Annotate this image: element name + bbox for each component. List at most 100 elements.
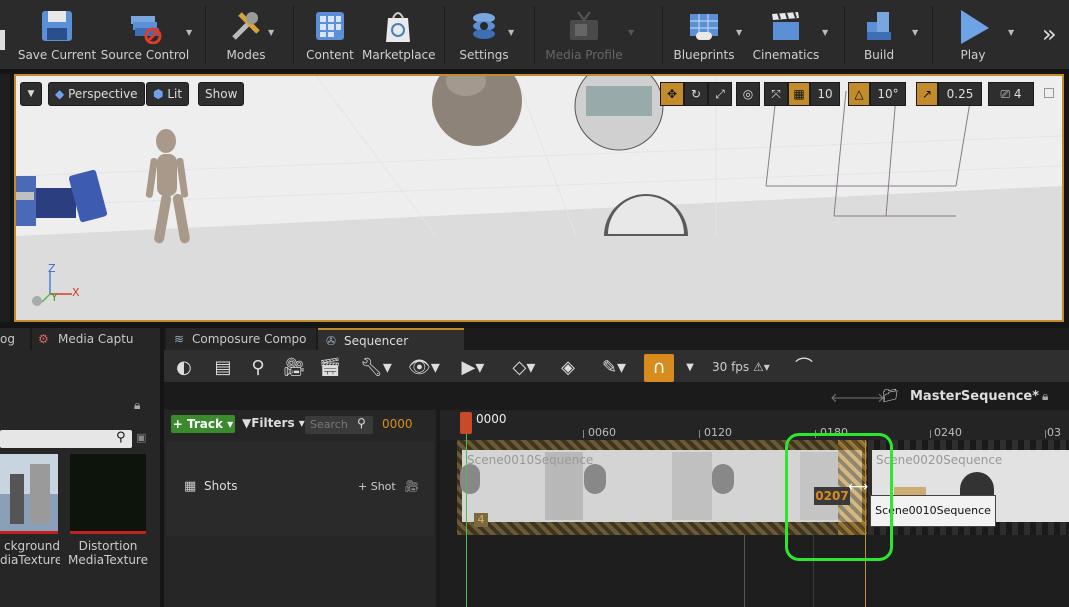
- asset-type-bar: [0, 531, 58, 534]
- settings-button[interactable]: Settings: [456, 6, 512, 66]
- panel-edge: [0, 30, 5, 50]
- asset-name: ckground diaTexture: [0, 539, 60, 567]
- scene-render: [16, 76, 1062, 320]
- section-name-label: Scene0010Sequence: [467, 453, 594, 467]
- build-icon: [867, 12, 891, 40]
- media-profile-label: Media Profile: [545, 48, 623, 62]
- tab-output-log[interactable]: og: [0, 328, 30, 350]
- snap-magnet-icon[interactable]: ∩: [644, 354, 674, 382]
- highlight-annotation: [785, 433, 893, 561]
- shot-camera-icon[interactable]: 🎥︎: [404, 479, 419, 493]
- filters-button[interactable]: ▼Filters ▾: [242, 416, 305, 430]
- asset-thumbnail[interactable]: [70, 454, 146, 532]
- rotate-tool-icon[interactable]: ↻: [684, 82, 708, 106]
- sequence-lock-icon[interactable]: 🔒︎: [1042, 389, 1048, 404]
- build-dropdown-icon[interactable]: ▼: [912, 28, 918, 37]
- render-movie-icon[interactable]: 🎬︎: [316, 355, 344, 381]
- search-icon[interactable]: ⚲: [116, 430, 126, 445]
- cinematics-dropdown-icon[interactable]: ▼: [822, 28, 828, 37]
- playhead-handle[interactable]: [460, 412, 472, 434]
- ruler-tick: [699, 430, 700, 438]
- add-shot-button[interactable]: + Shot: [358, 480, 396, 493]
- grid-snap-icon[interactable]: ▦: [788, 82, 810, 106]
- build-button[interactable]: Build: [854, 6, 904, 66]
- scalability-warning-icon[interactable]: [32, 296, 42, 306]
- level-viewport[interactable]: Z Y X ▼ ◆ Perspective ⬢ Lit Show ✥ ↻ ⤢ ◎…: [14, 74, 1064, 322]
- view-options-icon[interactable]: 👁︎▾: [404, 355, 444, 381]
- media-profile-dropdown-icon[interactable]: ▼: [628, 28, 634, 37]
- marketplace-button[interactable]: Marketplace: [362, 6, 436, 66]
- add-track-button[interactable]: + Track ▾: [171, 415, 235, 433]
- edit-options-icon[interactable]: ✎▾: [594, 355, 634, 381]
- time-ruler[interactable]: [440, 410, 1069, 440]
- play-button[interactable]: Play: [946, 6, 1000, 66]
- lit-button[interactable]: ⬢ Lit: [146, 82, 190, 106]
- asset-search-input[interactable]: [0, 430, 132, 448]
- sequence-breadcrumb[interactable]: MasterSequence*: [910, 389, 1039, 404]
- cinematics-button[interactable]: Cinematics: [752, 6, 820, 66]
- scale-tool-icon[interactable]: ⤢: [708, 82, 732, 106]
- play-dropdown-icon[interactable]: ▼: [1008, 28, 1014, 37]
- show-button[interactable]: Show: [198, 82, 245, 106]
- toolbar-more-icon[interactable]: »: [1042, 20, 1057, 48]
- forward-icon[interactable]: 🡒: [850, 390, 885, 406]
- world-icon[interactable]: ◐: [170, 355, 198, 381]
- section-loop-badge: 4: [474, 513, 488, 527]
- marketplace-label: Marketplace: [362, 48, 436, 62]
- save-search-icon[interactable]: ▣: [136, 431, 146, 444]
- modes-label: Modes: [226, 48, 266, 62]
- settings-dropdown-icon[interactable]: ▼: [508, 28, 514, 37]
- lit-icon: ⬢: [153, 87, 164, 101]
- key-options-icon[interactable]: ◇▾: [504, 355, 544, 381]
- source-control-button[interactable]: Source Control: [100, 6, 190, 66]
- playback-options-icon[interactable]: ▶▾: [456, 355, 490, 381]
- rotation-snap-icon[interactable]: △: [848, 82, 870, 106]
- blueprints-icon: [690, 14, 718, 40]
- scale-snap-value[interactable]: 0.25: [938, 82, 982, 106]
- find-icon[interactable]: ⚲: [245, 355, 271, 381]
- blueprints-dropdown-icon[interactable]: ▼: [736, 28, 742, 37]
- maximize-viewport-icon[interactable]: [1044, 88, 1054, 98]
- thumbnail-frame: [672, 452, 712, 520]
- toolbar-separator: [444, 6, 445, 64]
- translate-tool-icon[interactable]: ✥: [660, 82, 684, 106]
- viewport-options-dropdown[interactable]: ▼: [20, 82, 42, 106]
- settings-wrench-icon[interactable]: 🔧︎▾: [358, 355, 394, 381]
- track-search-icon[interactable]: ⚲: [357, 416, 366, 430]
- snap-dropdown-icon[interactable]: ▼: [680, 355, 700, 381]
- tab-output-log-label: og: [0, 332, 15, 346]
- world-local-icon[interactable]: ◎: [736, 82, 760, 106]
- settings-icon: [473, 13, 495, 39]
- grid-snap-value[interactable]: 10: [810, 82, 840, 106]
- current-frame-field[interactable]: 0000: [382, 417, 413, 431]
- modes-icon: [232, 12, 260, 40]
- modes-button[interactable]: Modes: [218, 6, 274, 66]
- rotation-snap-value[interactable]: 10°: [870, 82, 906, 106]
- blueprints-button[interactable]: Blueprints: [672, 6, 736, 66]
- camera-speed-button[interactable]: ⎚ 4: [988, 82, 1034, 106]
- auto-key-icon[interactable]: ◈: [554, 355, 582, 381]
- modes-dropdown-icon[interactable]: ▼: [268, 28, 274, 37]
- media-profile-button[interactable]: Media Profile: [544, 6, 624, 66]
- perspective-button[interactable]: ◆ Perspective: [48, 82, 145, 106]
- source-control-dropdown-icon[interactable]: ▼: [186, 28, 192, 37]
- content-button[interactable]: Content: [304, 6, 356, 66]
- curve-editor-icon[interactable]: ⌒: [790, 355, 818, 381]
- camera-icon[interactable]: 🎥︎: [280, 355, 308, 381]
- tab-composure[interactable]: ≋ Composure Compo: [166, 328, 316, 350]
- tab-sequencer[interactable]: ✇ Sequencer: [318, 328, 464, 350]
- asset-thumbnail[interactable]: [0, 454, 58, 532]
- save-current-button[interactable]: Save Current: [16, 6, 98, 66]
- axis-y-label: Y: [51, 291, 58, 304]
- scale-snap-icon[interactable]: ↗: [916, 82, 938, 106]
- tab-media-capture[interactable]: ⚙ Media Captu: [32, 328, 160, 350]
- content-icon: [316, 12, 344, 40]
- surface-snap-icon[interactable]: ⤧: [764, 82, 788, 106]
- folder-icon[interactable]: 📁︎: [882, 389, 899, 404]
- playhead-frame-label: 0000: [476, 412, 507, 426]
- thumbnail-sphere: [712, 464, 734, 494]
- lock-icon[interactable]: 🔒︎: [134, 398, 140, 413]
- lit-label: Lit: [167, 87, 183, 101]
- save-sequence-icon[interactable]: ▤: [210, 355, 236, 381]
- fps-selector[interactable]: 30 fps ⚠▾: [712, 360, 770, 374]
